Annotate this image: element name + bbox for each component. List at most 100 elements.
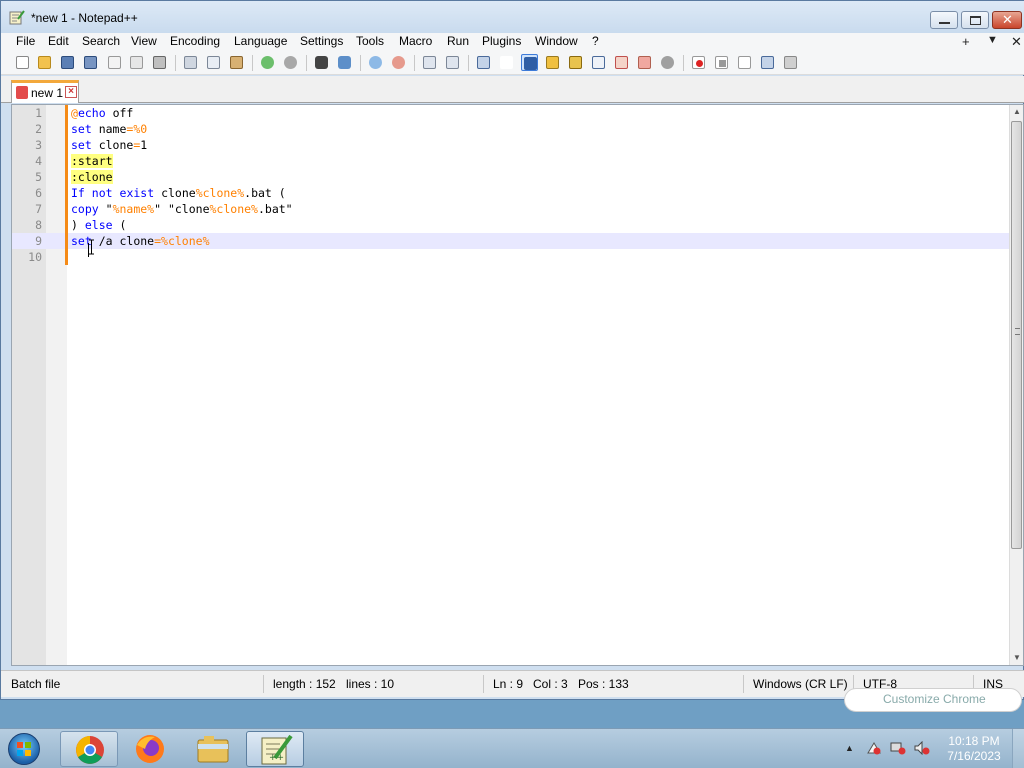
cut-icon[interactable]: [182, 54, 199, 71]
zoom-out-icon[interactable]: [390, 54, 407, 71]
monitoring-icon[interactable]: [636, 54, 653, 71]
menu-macro[interactable]: Macro: [399, 34, 432, 48]
menu-settings[interactable]: Settings: [300, 34, 343, 48]
notepadpp-app-icon: [9, 10, 25, 25]
chrome-icon: [76, 736, 104, 764]
user-language-icon[interactable]: [544, 54, 561, 71]
save-all-icon[interactable]: [82, 54, 99, 71]
replace-icon[interactable]: [336, 54, 353, 71]
system-clock[interactable]: 10:18 PM 7/16/2023: [940, 734, 1008, 764]
maximize-button[interactable]: [961, 11, 989, 29]
menu-file[interactable]: File: [16, 34, 35, 48]
menu-help[interactable]: ?: [592, 34, 599, 48]
menu-encoding[interactable]: Encoding: [170, 34, 220, 48]
code-line[interactable]: 3 set clone=1: [12, 137, 1009, 153]
code-line[interactable]: 1 @echo off: [12, 105, 1009, 121]
record-macro-icon[interactable]: [690, 54, 707, 71]
taskbar-chrome[interactable]: [60, 731, 118, 767]
start-button[interactable]: [4, 730, 44, 768]
menu-edit[interactable]: Edit: [48, 34, 69, 48]
word-wrap-icon[interactable]: [475, 54, 492, 71]
tray-expand-icon[interactable]: ▲: [845, 743, 854, 753]
print-icon[interactable]: [151, 54, 168, 71]
network-icon[interactable]: [890, 741, 906, 755]
indent-guide-icon[interactable]: [521, 54, 538, 71]
paste-icon[interactable]: [228, 54, 245, 71]
code-line[interactable]: 10: [12, 249, 1009, 265]
code-token: echo: [77, 106, 106, 120]
new-file-icon[interactable]: [14, 54, 31, 71]
code-line[interactable]: 7 copy "%name%" "clone%clone%.bat": [12, 201, 1009, 217]
taskbar-firefox[interactable]: [121, 731, 179, 767]
title-bar[interactable]: *new 1 - Notepad++ ✕: [1, 1, 1024, 33]
sync-vertical-icon[interactable]: [421, 54, 438, 71]
code-token: copy: [71, 202, 99, 216]
stop-record-icon[interactable]: [713, 54, 730, 71]
code-line[interactable]: 8) else (: [12, 217, 1009, 233]
run-macro-multiple-icon[interactable]: [759, 54, 776, 71]
copy-icon[interactable]: [205, 54, 222, 71]
close-file-icon[interactable]: [106, 54, 123, 71]
clock-date: 7/16/2023: [947, 749, 1001, 763]
chrome-customize-popup[interactable]: Customize Chrome: [844, 688, 1022, 712]
show-all-chars-icon[interactable]: [498, 54, 515, 71]
editor-lines[interactable]: 1 @echo off 2 set name=%0 3 set clone=1 4:star…: [12, 105, 1009, 665]
vertical-scrollbar[interactable]: ▲ ▼: [1009, 105, 1023, 665]
code-line[interactable]: 2 set name=%0: [12, 121, 1009, 137]
zoom-in-icon[interactable]: [367, 54, 384, 71]
code-token: %0: [133, 122, 148, 136]
code-token: /a clone: [91, 234, 155, 248]
code-text: set name=%0: [71, 121, 147, 137]
menu-window[interactable]: Window: [535, 34, 578, 48]
taskbar-notepadpp[interactable]: ++: [246, 731, 304, 767]
folder-workspace-icon[interactable]: [613, 54, 630, 71]
save-macro-icon[interactable]: [782, 54, 799, 71]
redo-icon[interactable]: [282, 54, 299, 71]
play-macro-icon[interactable]: [736, 54, 753, 71]
close-window-button[interactable]: ✕: [992, 11, 1022, 29]
volume-muted-icon[interactable]: [914, 741, 930, 755]
menu-plugins[interactable]: Plugins: [482, 34, 521, 48]
tab-label: new 1: [31, 86, 64, 100]
menu-run[interactable]: Run: [447, 34, 469, 48]
save-icon[interactable]: [59, 54, 76, 71]
svg-text:++: ++: [269, 753, 284, 763]
code-line[interactable]: 6 If not exist clone%clone%.bat (: [12, 185, 1009, 201]
code-token: :start: [71, 154, 113, 168]
code-line[interactable]: 4:start: [12, 153, 1009, 169]
code-text: :clone: [71, 169, 113, 185]
toolbar-separator: [414, 55, 415, 71]
code-line[interactable]: 5:clone: [12, 169, 1009, 185]
show-desktop-button[interactable]: [1012, 729, 1024, 768]
taskbar-file-explorer[interactable]: [184, 731, 242, 767]
taskbar: ++ ▲ 10:18 PM 7/16/2023: [0, 728, 1024, 768]
tab-list-down-icon[interactable]: ▼: [987, 34, 998, 46]
document-map-icon[interactable]: [567, 54, 584, 71]
status-eol[interactable]: Windows (CR LF): [753, 677, 848, 691]
menu-language[interactable]: Language: [234, 34, 287, 48]
status-position: Pos : 133: [578, 677, 629, 691]
undo-icon[interactable]: [259, 54, 276, 71]
close-document-icon[interactable]: ✕: [1011, 34, 1022, 50]
menu-tools[interactable]: Tools: [356, 34, 384, 48]
tab-close-icon[interactable]: ×: [65, 86, 77, 98]
find-icon[interactable]: [313, 54, 330, 71]
code-editor[interactable]: 1 @echo off 2 set name=%0 3 set clone=1 4:star…: [11, 104, 1024, 666]
new-tab-plus-icon[interactable]: +: [962, 34, 970, 49]
action-center-icon[interactable]: [866, 741, 882, 755]
menu-search[interactable]: Search: [82, 34, 120, 48]
scroll-down-icon[interactable]: ▼: [1010, 651, 1024, 665]
status-line: Ln : 9: [493, 677, 524, 691]
code-line[interactable]: 9 set /a clone=%clone%: [12, 233, 1009, 249]
scroll-up-icon[interactable]: ▲: [1010, 105, 1024, 119]
minimize-button[interactable]: [930, 11, 958, 29]
code-token: not: [91, 186, 113, 200]
menu-view[interactable]: View: [131, 34, 157, 48]
scroll-thumb[interactable]: [1011, 121, 1022, 549]
open-file-icon[interactable]: [36, 54, 53, 71]
close-all-icon[interactable]: [128, 54, 145, 71]
disk-icon[interactable]: [659, 54, 676, 71]
tab-new-1[interactable]: new 1 ×: [11, 80, 79, 103]
function-list-icon[interactable]: [590, 54, 607, 71]
sync-horizontal-icon[interactable]: [444, 54, 461, 71]
